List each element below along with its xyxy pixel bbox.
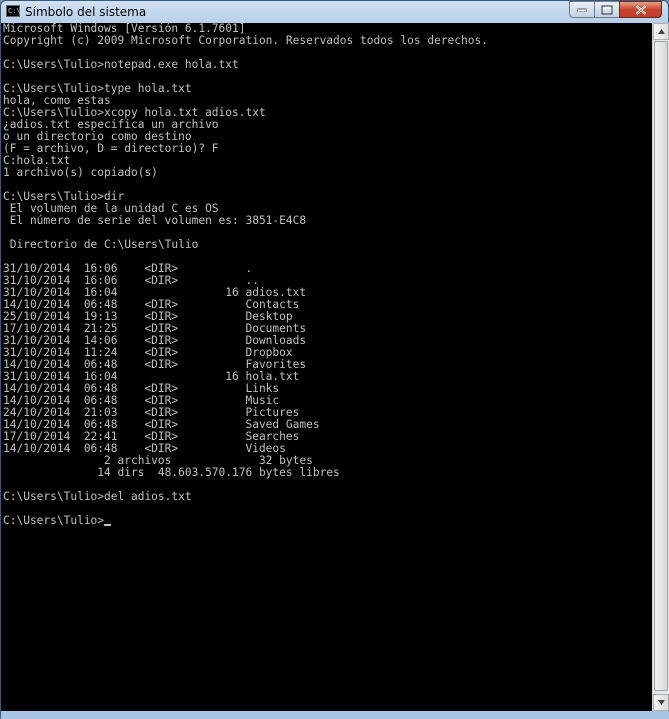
maximize-icon bbox=[601, 5, 613, 14]
minimize-icon bbox=[577, 8, 587, 12]
text-cursor bbox=[104, 524, 112, 526]
console-text: Microsoft Windows [Versión 6.1.7601] Cop… bbox=[3, 23, 488, 527]
arrow-up-icon bbox=[658, 29, 665, 34]
title-bar[interactable]: C:\ Símbolo del sistema bbox=[1, 1, 668, 23]
console-output[interactable]: Microsoft Windows [Versión 6.1.7601] Cop… bbox=[1, 23, 652, 711]
scroll-up-button[interactable] bbox=[653, 23, 669, 40]
minimize-button[interactable] bbox=[569, 1, 595, 18]
scroll-thumb[interactable] bbox=[654, 41, 668, 691]
arrow-down-icon bbox=[658, 700, 665, 705]
window-title: Símbolo del sistema bbox=[25, 5, 147, 19]
maximize-button[interactable] bbox=[594, 1, 620, 18]
close-button[interactable] bbox=[619, 1, 662, 18]
console-app-icon-label: C:\ bbox=[8, 7, 21, 15]
window-controls bbox=[569, 1, 662, 19]
console-app-icon[interactable]: C:\ bbox=[6, 5, 21, 17]
vertical-scrollbar[interactable] bbox=[652, 23, 669, 711]
scroll-down-button[interactable] bbox=[653, 694, 669, 711]
command-prompt-window: C:\ Símbolo del sistema Microsoft Window… bbox=[0, 0, 669, 719]
close-icon bbox=[635, 4, 646, 15]
